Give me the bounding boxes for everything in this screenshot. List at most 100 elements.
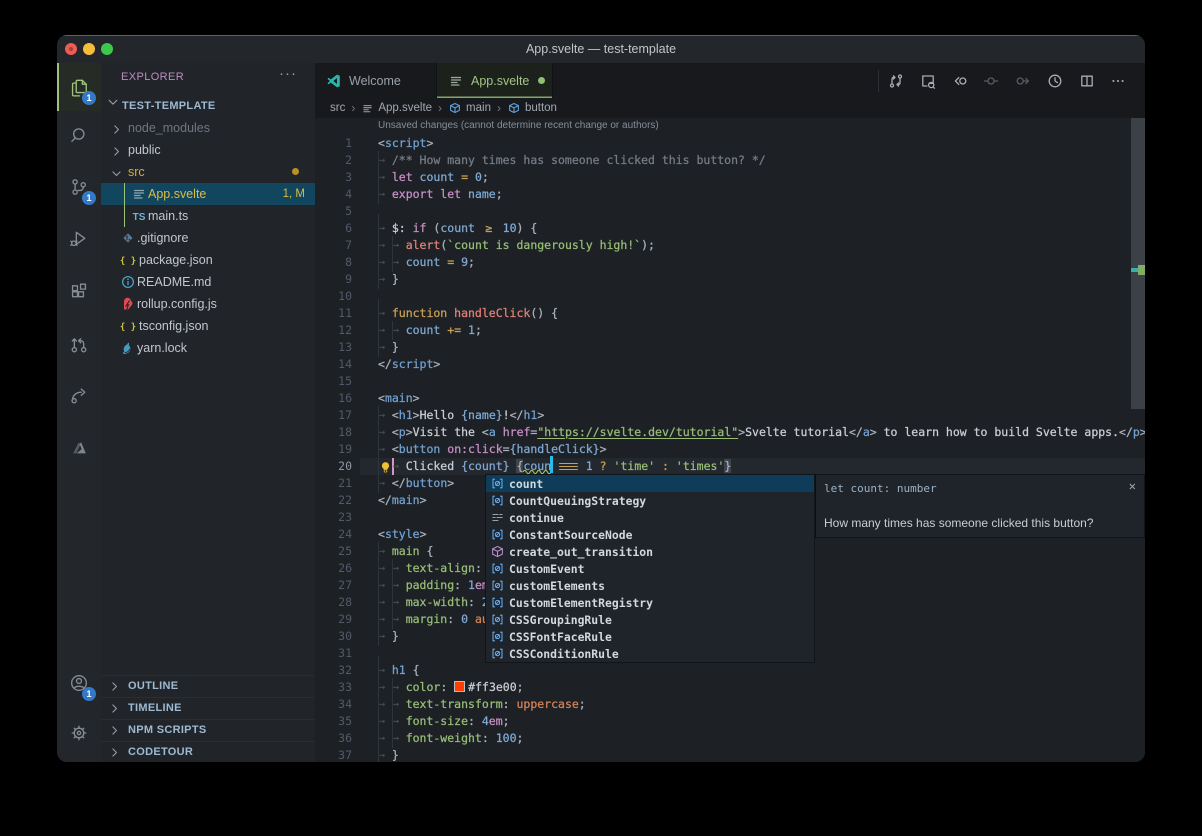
activity-bar-item-run-debug[interactable] [57,215,101,263]
editor-action-open-changes[interactable] [885,70,907,92]
activity-bar-item-pull-requests[interactable] [57,321,101,369]
code-line-36[interactable]: 36→→font-weight: 100; [315,730,1145,747]
line-number: 31 [315,645,352,662]
code-line-9[interactable]: 9→} [315,271,1145,288]
code-line-12[interactable]: 12→→count += 1; [315,322,1145,339]
suggest-item-CSSGroupingRule[interactable]: CSSGroupingRule [486,611,814,628]
suggest-variable-icon [489,595,505,611]
sidebar-section-CODETOUR[interactable]: CODETOUR [101,741,315,762]
activity-bar-item-search[interactable] [57,112,101,160]
tree-item-node_modules[interactable]: node_modules [101,117,315,139]
lightbulb-icon[interactable] [379,459,392,478]
tab-App.svelte[interactable]: App.svelte [437,63,553,98]
code-line-3[interactable]: 3→let count = 0; [315,169,1145,186]
code-line-16[interactable]: 16<main> [315,390,1145,407]
breadcrumb-item[interactable]: src [330,102,345,114]
code-line-19[interactable]: 19→<button on:click={handleClick}> [315,441,1145,458]
suggest-item-customElements[interactable]: customElements [486,577,814,594]
close-icon[interactable]: ✕ [1129,479,1136,493]
editor-action-previous-change[interactable] [949,70,971,92]
code-line-6[interactable]: 6→$: if (count ≥ 10) { [315,220,1145,237]
vscode-logo-icon [326,73,342,89]
code-line-4[interactable]: 4→export let name; [315,186,1145,203]
code-line-15[interactable]: 15 [315,373,1145,390]
tree-item-package.json[interactable]: { }package.json [101,249,315,271]
tab-whitespace: → [378,237,392,254]
activity-bar-item-source-control[interactable]: 1 [57,163,101,211]
breadcrumb-item[interactable]: App.svelte [378,102,432,114]
suggest-item-CustomElementRegistry[interactable]: CustomElementRegistry [486,594,814,611]
tree-item-.gitignore[interactable]: .gitignore [101,227,315,249]
editor-action-open-preview[interactable] [917,70,939,92]
line-number: 11 [315,305,352,322]
editor-action-current-change[interactable] [980,70,1002,92]
tree-item-README.md[interactable]: README.md [101,271,315,293]
sidebar-section-TIMELINE[interactable]: TIMELINE [101,697,315,720]
tree-item-tsconfig.json[interactable]: { }tsconfig.json [101,315,315,337]
vertical-scrollbar[interactable] [1131,118,1145,409]
activity-bar-item-azure[interactable] [57,424,101,472]
editor-action-next-change[interactable] [1012,70,1034,92]
editor-action-split-editor[interactable] [1076,70,1098,92]
sidebar-section-OUTLINE[interactable]: OUTLINE [101,675,315,698]
suggest-item-count[interactable]: count [486,475,814,492]
suggest-item-CustomEvent[interactable]: CustomEvent [486,560,814,577]
codelens-annotation[interactable]: Unsaved changes (cannot determine recent… [378,120,659,131]
code-line-13[interactable]: 13→} [315,339,1145,356]
tree-item-public[interactable]: public [101,139,315,161]
code-line-32[interactable]: 32→h1 { [315,662,1145,679]
code-line-5[interactable]: 5 [315,203,1145,220]
editor-action-file-history[interactable] [1044,70,1066,92]
breadcrumb-item[interactable]: main [466,102,491,114]
code-line-8[interactable]: 8→→count = 9; [315,254,1145,271]
ellipsis-icon[interactable]: ··· [279,65,297,82]
code-editor[interactable]: Unsaved changes (cannot determine recent… [315,118,1145,762]
suggest-item-label: CSSGroupingRule [509,613,612,627]
activity-bar-item-settings[interactable] [57,709,101,757]
activity-bar-item-explorer[interactable]: 1 [57,63,101,111]
minimize-window-button[interactable] [83,43,95,55]
activity-bar-item-extensions[interactable] [57,268,101,316]
suggest-item-continue[interactable]: continue [486,509,814,526]
code-line-35[interactable]: 35→→font-size: 4em; [315,713,1145,730]
breadcrumb-item[interactable]: button [525,102,557,114]
activity-bar-item-live-share[interactable] [57,372,101,420]
code-line-20[interactable]: 20→Clicked {count} {coun 1 ? 'time' : 't… [315,458,1145,475]
suggest-variable-icon [489,561,505,577]
modified-dot-icon[interactable] [538,77,545,84]
suggest-item-ConstantSourceNode[interactable]: ConstantSourceNode [486,526,814,543]
line-number: 35 [315,713,352,730]
code-line-10[interactable]: 10 [315,288,1145,305]
code-line-33[interactable]: 33→→color: #ff3e00; [315,679,1145,696]
title-bar[interactable]: App.svelte — test-template [57,35,1145,63]
tab-Welcome[interactable]: Welcome [315,63,437,98]
code-line-17[interactable]: 17→<h1>Hello {name}!</h1> [315,407,1145,424]
tree-item-src[interactable]: src [101,161,315,183]
code-line-1[interactable]: 1<script> [315,135,1145,152]
code-line-18[interactable]: 18→<p>Visit the <a href="https://svelte.… [315,424,1145,441]
color-swatch[interactable] [454,681,465,692]
code-line-14[interactable]: 14</script> [315,356,1145,373]
line-number: 4 [315,186,352,203]
suggest-item-CSSFontFaceRule[interactable]: CSSFontFaceRule [486,628,814,645]
tree-item-rollup.config.js[interactable]: rollup.config.js [101,293,315,315]
code-line-34[interactable]: 34→→text-transform: uppercase; [315,696,1145,713]
editor-action-more-actions[interactable] [1107,70,1129,92]
line-number: 26 [315,560,352,577]
tree-item-App.svelte[interactable]: App.svelte1, M [101,183,315,205]
tree-item-main.ts[interactable]: TSmain.ts [101,205,315,227]
suggest-item-CSSConditionRule[interactable]: CSSConditionRule [486,645,814,662]
code-line-2[interactable]: 2→/** How many times has someone clicked… [315,152,1145,169]
activity-bar-item-accounts[interactable]: 1 [57,659,101,707]
line-number: 23 [315,509,352,526]
sidebar-section-NPM SCRIPTS[interactable]: NPM SCRIPTS [101,719,315,742]
suggest-item-create_out_transition[interactable]: create_out_transition [486,543,814,560]
tree-item-yarn.lock[interactable]: yarn.lock [101,337,315,359]
project-root-row[interactable]: TEST-TEMPLATE [101,95,315,117]
close-window-button[interactable] [65,43,77,55]
code-line-7[interactable]: 7→→alert(`count is dangerously high!`); [315,237,1145,254]
code-line-37[interactable]: 37→} [315,747,1145,763]
zoom-window-button[interactable] [101,43,113,55]
code-line-11[interactable]: 11→function handleClick() { [315,305,1145,322]
suggest-item-CountQueuingStrategy[interactable]: CountQueuingStrategy [486,492,814,509]
